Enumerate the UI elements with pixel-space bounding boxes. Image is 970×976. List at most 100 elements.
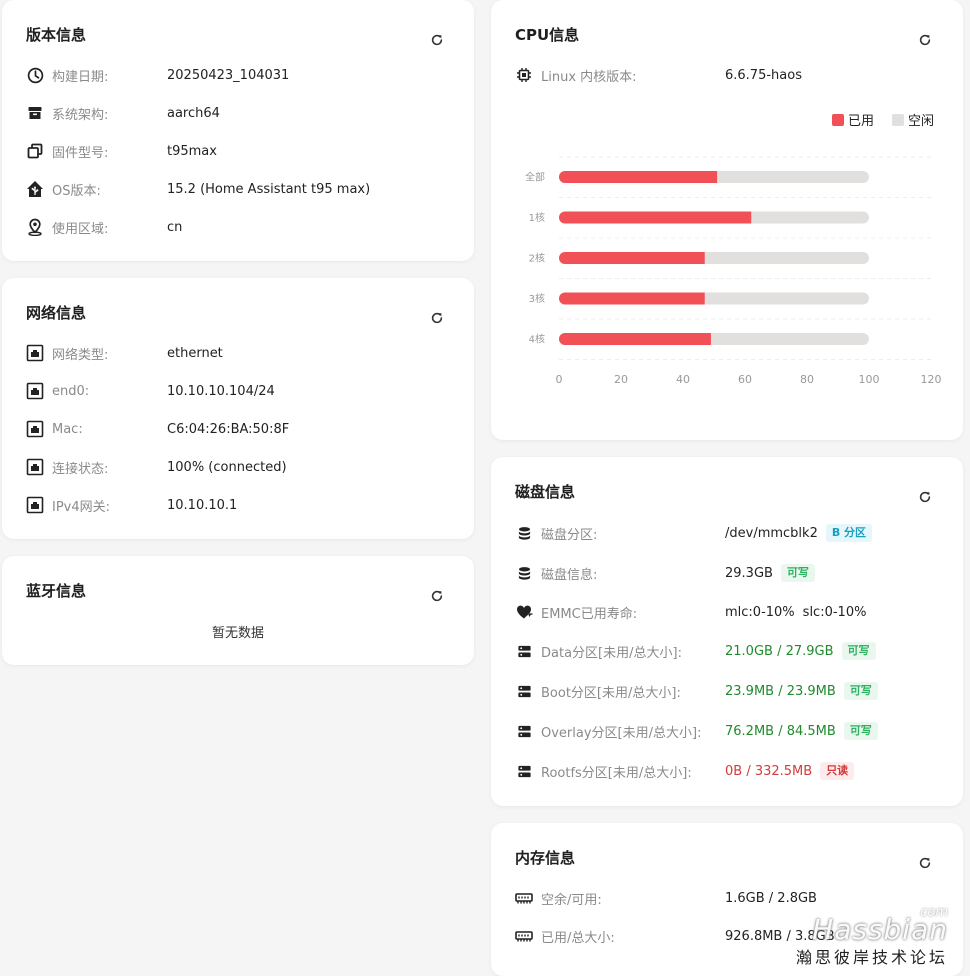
network-value: 10.10.10.1 xyxy=(167,497,238,513)
disk-row-partition: 磁盘分区: /dev/mmcblk2 B 分区 xyxy=(515,523,873,543)
network-row-status: 连接状态: 100% (connected) xyxy=(26,457,287,477)
bar-used-edge xyxy=(704,333,711,345)
x-tick-label: 120 xyxy=(921,373,942,386)
x-tick-label: 100 xyxy=(859,373,880,386)
disk-label: 磁盘分区: xyxy=(541,527,598,543)
server-icon xyxy=(515,722,533,740)
version-title: 版本信息 xyxy=(26,26,87,44)
disk-row-overlay: Overlay分区[未用/总大小]: 76.2MB / 84.5MB 可写 xyxy=(515,721,878,741)
y-tick-label: 全部 xyxy=(525,171,545,184)
disk-value: 29.3GB 可写 xyxy=(725,564,815,582)
version-label: 构建日期: xyxy=(52,69,109,85)
server-icon xyxy=(515,762,533,780)
disk-value: 0B / 332.5MB 只读 xyxy=(725,762,855,780)
disk-value-text: 21.0GB / 27.9GB xyxy=(725,643,834,659)
memory-row-used: 已用/总大小: 926.8MB / 3.8GB xyxy=(515,926,835,946)
version-value: 20250423_104031 xyxy=(167,67,290,83)
readonly-badge: 只读 xyxy=(820,762,855,780)
disk-label: Boot分区[未用/总大小]: xyxy=(541,685,681,701)
version-label: 固件型号: xyxy=(52,145,109,161)
writable-badge: 可写 xyxy=(780,564,815,582)
server-icon xyxy=(515,682,533,700)
disk-value-text: 76.2MB / 84.5MB xyxy=(725,723,836,739)
x-tick-label: 20 xyxy=(614,373,628,386)
legend-swatch-idle[interactable] xyxy=(892,113,905,126)
network-label: 连接状态: xyxy=(52,461,109,477)
bar-used[interactable] xyxy=(559,211,752,224)
version-row-os: OS版本: 15.2 (Home Assistant t95 max) xyxy=(26,179,370,199)
refresh-icon[interactable] xyxy=(430,33,444,47)
memory-chip-icon xyxy=(515,927,533,945)
watermark-forum-name: 瀚思彼岸技术论坛 xyxy=(795,948,948,967)
memory-label: 空余/可用: xyxy=(541,892,602,908)
cpu-kernel-value: 6.6.75-haos xyxy=(725,67,802,83)
version-value: aarch64 xyxy=(167,105,220,121)
bar-used-edge xyxy=(711,171,718,183)
database-icon xyxy=(515,524,533,542)
disk-row-rootfs: Rootfs分区[未用/总大小]: 0B / 332.5MB 只读 xyxy=(515,761,855,781)
x-tick-label: 0 xyxy=(556,373,563,386)
writable-badge: 可写 xyxy=(843,682,878,700)
version-label: 系统架构: xyxy=(52,107,109,123)
disk-row-data: Data分区[未用/总大小]: 21.0GB / 27.9GB 可写 xyxy=(515,641,876,661)
refresh-icon[interactable] xyxy=(918,856,932,870)
y-tick-label: 4核 xyxy=(529,333,545,346)
legend-label-used[interactable]: 已用 xyxy=(848,110,874,129)
disk-value: /dev/mmcblk2 B 分区 xyxy=(725,524,873,542)
disk-label: Overlay分区[未用/总大小]: xyxy=(541,725,702,741)
memory-row-free: 空余/可用: 1.6GB / 2.8GB xyxy=(515,888,817,908)
writable-badge: 可写 xyxy=(843,722,878,740)
refresh-icon[interactable] xyxy=(918,33,932,47)
version-row-region: 使用区域: cn xyxy=(26,217,182,237)
version-row-arch: 系统架构: aarch64 xyxy=(26,103,220,123)
bar-used[interactable] xyxy=(559,171,718,183)
bar-used-edge xyxy=(698,252,705,264)
x-tick-label: 80 xyxy=(800,373,814,386)
ethernet-port-icon xyxy=(26,382,44,400)
legend-label-idle[interactable]: 空闲 xyxy=(908,110,934,129)
database-icon xyxy=(515,564,533,582)
disk-label: Data分区[未用/总大小]: xyxy=(541,645,682,661)
clock-icon xyxy=(26,66,44,84)
refresh-icon[interactable] xyxy=(918,490,932,504)
network-card: 网络信息 网络类型: ethernet end0: 10.10.10.104/2… xyxy=(2,278,474,539)
version-card: 版本信息 构建日期: 20250423_104031 系统架构: aarch64… xyxy=(2,0,474,261)
network-row-type: 网络类型: ethernet xyxy=(26,343,223,363)
ethernet-port-icon xyxy=(26,344,44,362)
writable-badge: 可写 xyxy=(841,642,876,660)
version-row-build-date: 构建日期: 20250423_104031 xyxy=(26,65,289,85)
disk-value-text: 29.3GB xyxy=(725,565,773,581)
bar-used-edge xyxy=(698,292,705,305)
network-label: end0: xyxy=(52,383,90,399)
hassbian-watermark: com Hassbian 瀚思彼岸技术论坛 xyxy=(795,905,948,968)
disk-value: mlc:0-10% slc:0-10% xyxy=(725,605,866,620)
network-value: 100% (connected) xyxy=(167,459,287,475)
ethernet-port-icon xyxy=(26,420,44,438)
watermark-domain: com xyxy=(920,905,948,920)
network-row-gateway: IPv4网关: 10.10.10.1 xyxy=(26,495,237,515)
version-value: t95max xyxy=(167,143,217,159)
bluetooth-title: 蓝牙信息 xyxy=(26,582,87,600)
chart-legend: 已用 空闲 xyxy=(832,110,934,129)
memory-label: 已用/总大小: xyxy=(541,930,615,946)
legend-swatch-used[interactable] xyxy=(832,113,844,126)
memory-title: 内存信息 xyxy=(515,849,576,867)
disk-value-text: /dev/mmcblk2 xyxy=(725,525,818,541)
refresh-icon[interactable] xyxy=(430,311,444,325)
cpu-title: CPU信息 xyxy=(515,26,580,44)
partition-badge: B 分区 xyxy=(825,524,873,542)
ethernet-port-icon xyxy=(26,496,44,514)
memory-value: 1.6GB / 2.8GB xyxy=(725,890,817,906)
refresh-icon[interactable] xyxy=(430,589,444,603)
bar-used[interactable] xyxy=(559,292,705,305)
archive-box-icon xyxy=(26,104,44,122)
network-value: ethernet xyxy=(167,345,223,361)
disk-label: EMMC已用寿命: xyxy=(541,606,638,622)
disk-row-emmc-life: EMMC已用寿命: mlc:0-10% slc:0-10% xyxy=(515,602,866,622)
bar-used[interactable] xyxy=(559,252,705,264)
version-row-model: 固件型号: t95max xyxy=(26,141,217,161)
bar-used[interactable] xyxy=(559,333,711,345)
y-tick-label: 1核 xyxy=(529,211,545,224)
network-label: IPv4网关: xyxy=(52,499,111,515)
version-label: 使用区域: xyxy=(52,221,109,237)
